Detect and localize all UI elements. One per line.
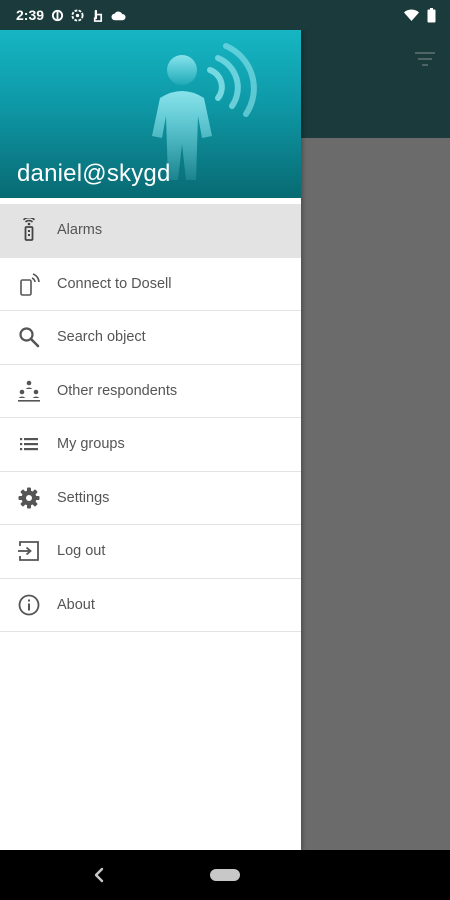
menu-label-about: About: [57, 596, 95, 613]
respondents-icon: [17, 379, 41, 403]
back-icon[interactable]: [88, 864, 110, 886]
menu-item-settings[interactable]: Settings: [0, 471, 301, 525]
battery-icon: [427, 7, 436, 22]
menu-item-my-groups[interactable]: My groups: [0, 418, 301, 472]
status-time: 2:39: [16, 7, 45, 23]
menu-item-connect-to-dosell[interactable]: Connect to Dosell: [0, 257, 301, 311]
alarm-icon: [17, 218, 41, 242]
list-icon: [17, 432, 41, 456]
menu-item-search-object[interactable]: Search object: [0, 311, 301, 365]
status-bar: 2:39: [0, 0, 450, 30]
gear-icon: [17, 486, 41, 510]
menu-item-log-out[interactable]: Log out: [0, 525, 301, 579]
account-name: daniel@skygd: [17, 160, 171, 187]
menu-item-about[interactable]: About: [0, 578, 301, 632]
navigation-drawer: daniel@skygd Alarms Connect to Dosell Se…: [0, 30, 301, 850]
menu-label-search-object: Search object: [57, 329, 146, 346]
menu-label-log-out: Log out: [57, 543, 106, 560]
wifi-icon: [404, 9, 419, 21]
drawer-scrim[interactable]: [300, 138, 450, 850]
phone-connect-icon: [17, 272, 41, 296]
status-left: 2:39: [16, 7, 126, 23]
touch-icon: [93, 9, 103, 22]
status-right: [404, 7, 436, 23]
sync-icon: [51, 9, 64, 21]
info-icon: [17, 593, 41, 617]
menu-label-alarms: Alarms: [57, 222, 103, 239]
menu-label-connect-to-dosell: Connect to Dosell: [57, 275, 172, 292]
menu-label-my-groups: My groups: [57, 436, 125, 453]
filter-icon[interactable]: [414, 50, 436, 68]
home-button[interactable]: [210, 869, 240, 881]
menu-item-alarms[interactable]: Alarms: [0, 204, 301, 258]
app-toolbar: [300, 30, 450, 138]
system-nav-bar: [0, 850, 450, 900]
drawer-header: daniel@skygd: [0, 30, 301, 198]
settings-badge-icon: [71, 8, 84, 22]
menu-label-other-respondents: Other respondents: [57, 382, 178, 399]
cloud-icon: [111, 11, 126, 20]
menu-item-other-respondents[interactable]: Other respondents: [0, 364, 301, 418]
menu-label-settings: Settings: [57, 489, 110, 506]
logout-icon: [17, 539, 41, 563]
search-icon: [17, 325, 41, 349]
